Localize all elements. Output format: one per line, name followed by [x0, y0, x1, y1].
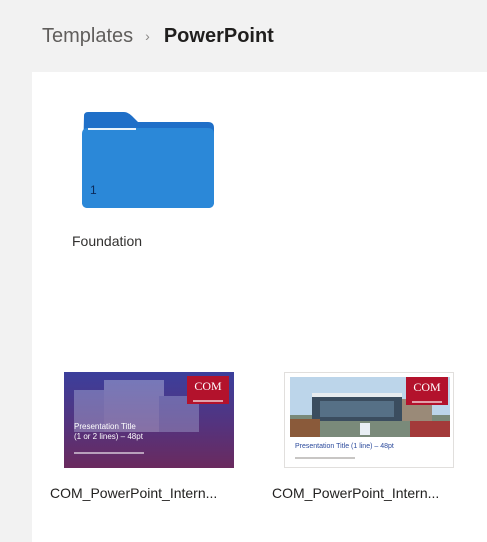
thumbnail-title: Presentation Title (1 line) – 48pt	[295, 443, 394, 450]
thumbnail-subtitle-line	[295, 457, 355, 459]
breadcrumb-current: PowerPoint	[163, 25, 274, 47]
file-name[interactable]: COM_PowerPoint_Intern...	[50, 485, 240, 501]
chevron-right-icon: ›	[145, 28, 150, 44]
breadcrumb-templates-link[interactable]: Templates	[42, 24, 133, 48]
folder-tile-foundation[interactable]: 1	[80, 110, 220, 250]
thumbnail-subtitle-line	[74, 452, 144, 454]
thumbnail-title: Presentation Title (1 or 2 lines) – 48pt	[74, 422, 143, 441]
college-logo: COM	[406, 377, 448, 405]
file-thumbnail[interactable]: COM Presentation Title (1 line) – 48pt	[284, 372, 454, 468]
folder-item-count: 1	[90, 183, 97, 197]
file-thumbnail[interactable]: COM Presentation Title (1 or 2 lines) – …	[64, 372, 234, 468]
breadcrumb: Templates › PowerPoint	[42, 24, 274, 48]
college-logo: COM	[187, 376, 229, 404]
folder-icon	[82, 112, 214, 208]
folder-name[interactable]: Foundation	[72, 233, 222, 249]
file-name[interactable]: COM_PowerPoint_Intern...	[272, 485, 462, 501]
file-browser-panel: 1 Foundation COM Presentation Title (1 o…	[32, 72, 487, 542]
